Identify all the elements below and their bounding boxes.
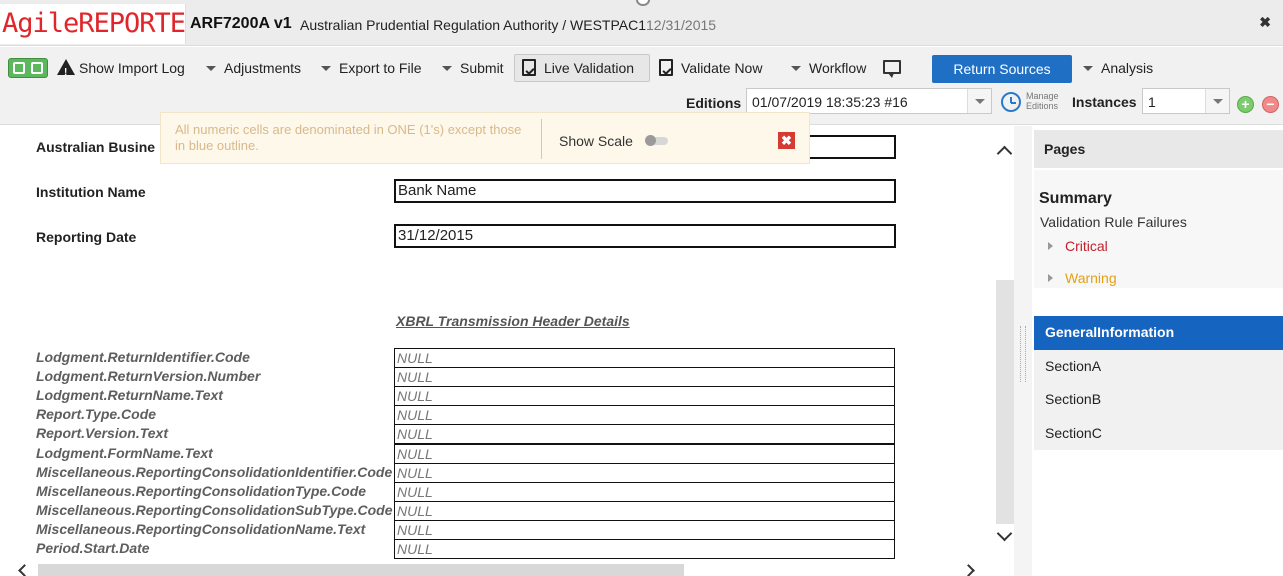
dropdown-arrow-icon[interactable]	[967, 89, 991, 113]
instances-label: Instances	[1072, 94, 1137, 110]
xbrl-row-value[interactable]: NULL	[394, 443, 895, 464]
divider	[541, 119, 542, 159]
xbrl-row-value[interactable]: NULL	[394, 424, 895, 445]
xbrl-row-label: Lodgment.ReturnName.Text	[36, 387, 223, 404]
export-to-file-button[interactable]: Export to File	[321, 57, 421, 79]
expand-icon	[1048, 242, 1053, 250]
grid-icon	[13, 62, 25, 74]
adjustments-button[interactable]: Adjustments	[206, 57, 301, 79]
pages-panel: Pages Summary Validation Rule Failures C…	[1034, 130, 1283, 576]
horizontal-scrollbar[interactable]	[0, 562, 996, 576]
title-bar: AgileREPORTER® ARF7200A v1 Australian Pr…	[0, 0, 1283, 46]
submit-button[interactable]: Submit	[442, 57, 504, 79]
comment-icon[interactable]	[883, 60, 901, 78]
caret-down-icon	[1083, 66, 1093, 71]
manage-editions-link[interactable]: Manage Editions	[1026, 91, 1059, 111]
notification-text: All numeric cells are denominated in ONE…	[175, 122, 522, 153]
xbrl-row-value[interactable]: NULL	[394, 367, 895, 388]
validation-failures-label: Validation Rule Failures	[1040, 214, 1187, 230]
expand-icon	[1048, 274, 1053, 282]
xbrl-row-value[interactable]: NULL	[394, 386, 895, 407]
page-nav-item[interactable]: GeneralInformation	[1034, 316, 1283, 350]
xbrl-row-label: Miscellaneous.ReportingConsolidationName…	[36, 520, 366, 537]
xbrl-row-label: Lodgment.ReturnIdentifier.Code	[36, 349, 250, 365]
xbrl-row-value[interactable]: NULL	[394, 348, 895, 368]
close-notification-icon[interactable]: ✖	[778, 132, 795, 149]
form-code: ARF7200A v1	[190, 15, 292, 32]
dropdown-arrow-icon[interactable]	[1205, 89, 1229, 113]
document-check-icon	[522, 59, 536, 76]
document-check-icon	[659, 59, 673, 76]
scroll-right-icon[interactable]	[962, 564, 975, 576]
scrollbar-thumb[interactable]	[38, 564, 684, 576]
warning-failures-item[interactable]: Warning	[1048, 270, 1117, 286]
agilereporter-logo: AgileREPORTER®	[0, 4, 186, 44]
xbrl-row-value[interactable]: NULL	[394, 519, 895, 540]
unlock-icon	[31, 62, 43, 74]
instances-select[interactable]: 1	[1142, 88, 1230, 114]
add-instance-icon[interactable]: +	[1237, 96, 1254, 113]
xbrl-row-label: Miscellaneous.ReportingConsolidationSubT…	[36, 501, 393, 518]
editions-label: Editions	[686, 95, 742, 111]
close-icon[interactable]: ✖	[1259, 14, 1271, 31]
xbrl-row-label: Lodgment.FormName.Text	[36, 444, 213, 461]
caret-down-icon	[442, 66, 452, 71]
caret-down-icon	[321, 66, 331, 71]
australian-business-label: Australian Busine	[36, 139, 156, 155]
show-scale-label: Show Scale	[559, 133, 633, 149]
workflow-button[interactable]: Workflow	[791, 57, 866, 79]
pages-title: Pages	[1034, 130, 1283, 168]
live-validation-label[interactable]: Live Validation	[522, 57, 634, 79]
warning-icon	[57, 59, 75, 84]
summary-section: Summary Validation Rule Failures Critica…	[1034, 170, 1283, 288]
summary-title: Summary	[1039, 190, 1112, 207]
clock-icon[interactable]	[1001, 92, 1021, 112]
xbrl-row-label: Report.Type.Code	[36, 406, 157, 423]
entity-name: Australian Prudential Regulation Authori…	[300, 17, 647, 33]
institution-name-label: Institution Name	[36, 184, 146, 200]
xbrl-row-label: Report.Version.Text	[36, 425, 168, 442]
return-sources-button[interactable]: Return Sources	[932, 55, 1072, 83]
scroll-left-icon[interactable]	[18, 564, 31, 576]
xbrl-row-value[interactable]: NULL	[394, 500, 895, 521]
reporting-period: 12/31/2015	[646, 17, 717, 33]
xbrl-row-value[interactable]: NULL	[394, 405, 895, 426]
scrollbar-thumb[interactable]	[996, 280, 1014, 524]
xbrl-section-header: XBRL Transmission Header Details	[396, 313, 630, 329]
lock-toggle[interactable]	[8, 58, 48, 78]
xbrl-row-value[interactable]: NULL	[394, 481, 895, 502]
validate-now-button[interactable]: Validate Now	[659, 57, 762, 79]
scroll-down-icon[interactable]	[996, 525, 1013, 542]
remove-instance-icon[interactable]: −	[1262, 96, 1279, 113]
xbrl-row-label: Lodgment.ReturnVersion.Number	[36, 368, 261, 385]
page-nav-item[interactable]: SectionA	[1034, 349, 1283, 383]
scale-notification: All numeric cells are denominated in ONE…	[160, 112, 810, 164]
institution-name-field[interactable]: Bank Name	[394, 179, 896, 203]
xbrl-row-value[interactable]: NULL	[394, 462, 895, 483]
splitter-grip[interactable]	[1020, 326, 1026, 382]
critical-failures-item[interactable]: Critical	[1048, 238, 1108, 254]
xbrl-row-label: Period.Start.Date	[36, 540, 150, 556]
caret-down-icon	[206, 66, 216, 71]
reporting-date-field[interactable]: 31/12/2015	[394, 224, 896, 248]
page-nav-item[interactable]: SectionC	[1034, 416, 1283, 450]
reporting-date-label: Reporting Date	[36, 229, 137, 245]
form-canvas: Australian Busine Institution Name Bank …	[0, 126, 996, 562]
scroll-up-icon[interactable]	[996, 145, 1013, 162]
xbrl-row-label: Miscellaneous.ReportingConsolidationIden…	[36, 463, 393, 480]
xbrl-row-value[interactable]: NULL	[394, 539, 895, 559]
analysis-button[interactable]: Analysis	[1083, 57, 1153, 79]
editions-select[interactable]: 01/07/2019 18:35:23 #16	[746, 88, 992, 114]
panel-splitter[interactable]	[1014, 126, 1032, 576]
caret-down-icon	[791, 66, 801, 71]
show-scale-toggle[interactable]	[645, 135, 668, 146]
xbrl-row-label: Miscellaneous.ReportingConsolidationType…	[36, 482, 367, 499]
page-nav-item[interactable]: SectionB	[1034, 383, 1283, 417]
page-nav-list: GeneralInformation SectionA SectionB Sectio…	[1034, 316, 1283, 450]
show-import-log-button[interactable]: Show Import Log	[57, 57, 185, 84]
vertical-scrollbar[interactable]	[996, 126, 1014, 562]
